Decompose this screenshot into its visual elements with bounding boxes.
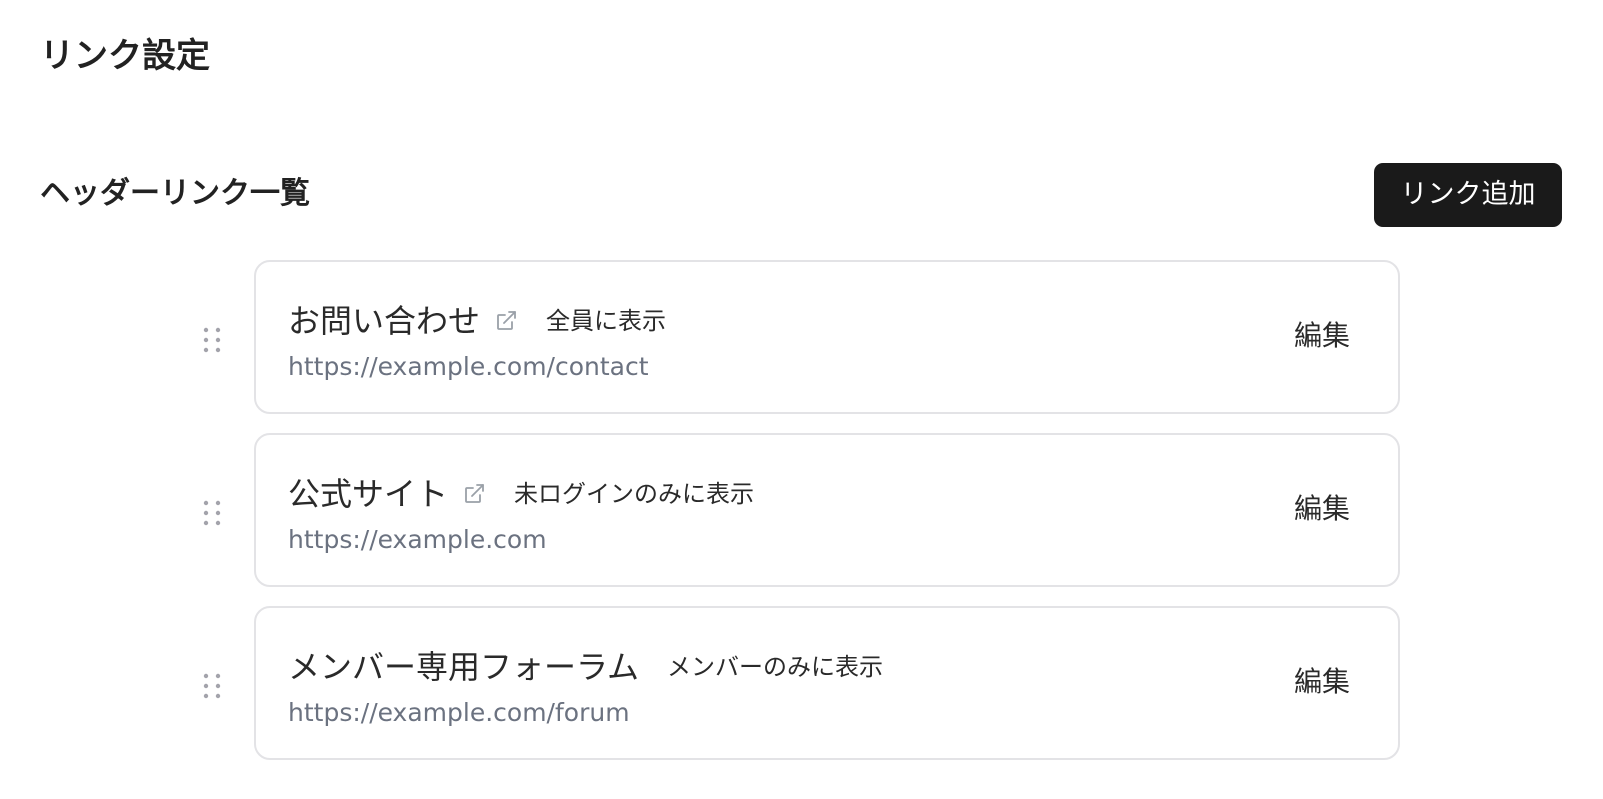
add-link-button[interactable]: リンク追加	[1374, 163, 1562, 227]
link-card: お問い合わせ 全員に表示 https://example.com/contact…	[254, 260, 1400, 414]
drag-handle-icon[interactable]	[202, 672, 222, 700]
link-row: 公式サイト 未ログインのみに表示 https://example.com 編集	[196, 433, 1404, 589]
edit-button[interactable]: 編集	[1286, 487, 1358, 531]
link-card: 公式サイト 未ログインのみに表示 https://example.com 編集	[254, 433, 1400, 587]
drag-handle-icon[interactable]	[202, 326, 222, 354]
external-link-icon	[462, 482, 486, 506]
section-title: ヘッダーリンク一覧	[40, 176, 310, 211]
link-title-line: 公式サイト 未ログインのみに表示	[288, 473, 754, 515]
edit-button[interactable]: 編集	[1286, 314, 1358, 358]
link-title-line: メンバー専用フォーラム メンバーのみに表示	[288, 646, 883, 688]
visibility-label: 全員に表示	[546, 307, 667, 335]
visibility-label: メンバーのみに表示	[667, 653, 884, 681]
link-name: 公式サイト	[288, 475, 449, 513]
page-title: リンク設定	[40, 36, 210, 76]
link-name: メンバー専用フォーラム	[288, 648, 640, 686]
drag-handle-icon[interactable]	[202, 499, 222, 527]
link-card: メンバー専用フォーラム メンバーのみに表示 https://example.co…	[254, 606, 1400, 760]
link-name: お問い合わせ	[288, 302, 481, 340]
link-title-line: お問い合わせ 全員に表示	[288, 300, 666, 342]
external-link-icon	[494, 309, 518, 333]
link-url: https://example.com/forum	[288, 698, 630, 727]
header-link-list: お問い合わせ 全員に表示 https://example.com/contact…	[196, 260, 1404, 779]
link-row: メンバー専用フォーラム メンバーのみに表示 https://example.co…	[196, 606, 1404, 762]
visibility-label: 未ログインのみに表示	[514, 480, 755, 508]
link-row: お問い合わせ 全員に表示 https://example.com/contact…	[196, 260, 1404, 416]
link-url: https://example.com/contact	[288, 352, 649, 381]
link-url: https://example.com	[288, 525, 547, 554]
edit-button[interactable]: 編集	[1286, 660, 1358, 704]
